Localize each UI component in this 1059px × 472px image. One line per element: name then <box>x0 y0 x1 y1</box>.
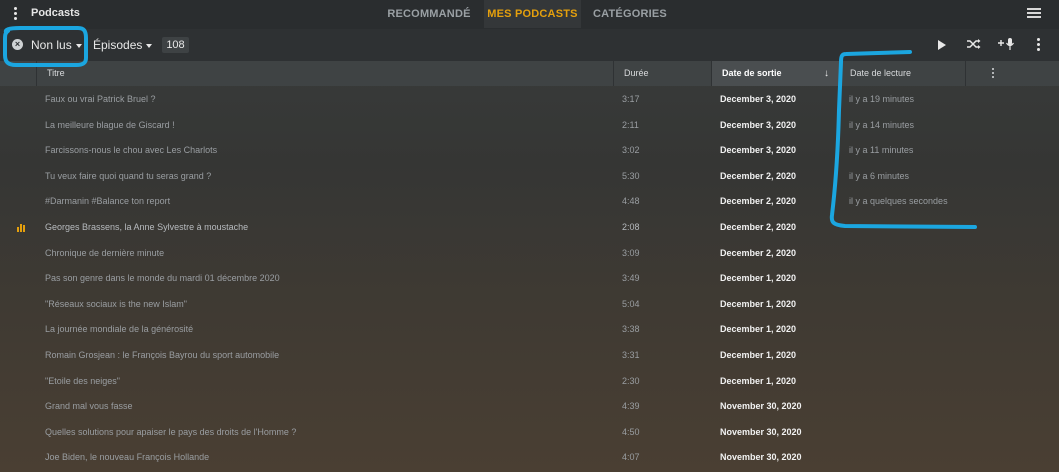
chevron-down-icon <box>75 43 82 48</box>
episode-title: Faux ou vrai Patrick Bruel ? <box>45 94 156 104</box>
table-row[interactable]: Pas son genre dans le monde du mardi 01 … <box>0 266 1059 292</box>
episode-title: "Réseaux sociaux is the new Islam" <box>45 298 187 309</box>
episode-duration: 4:48 <box>622 196 640 207</box>
episode-release-date: December 1, 2020 <box>720 324 797 335</box>
episode-title: La meilleure blague de Giscard ! <box>45 119 175 130</box>
episode-title: Romain Grosjean : le François Bayrou du … <box>45 350 280 360</box>
episode-release-date: November 30, 2020 <box>720 452 802 463</box>
column-header-duration[interactable]: Durée <box>613 61 711 86</box>
episode-release-date: November 30, 2020 <box>720 426 802 437</box>
episode-release-date: December 3, 2020 <box>720 119 797 130</box>
episode-release-date: December 1, 2020 <box>720 273 797 284</box>
episode-duration: 5:04 <box>622 298 640 309</box>
table-row[interactable]: La meilleure blague de Giscard ! 2:11 Dece… <box>0 113 1059 139</box>
tab-categories[interactable]: CATÉGORIES <box>590 0 670 28</box>
episode-release-date: December 2, 2020 <box>720 170 797 181</box>
episode-release-date: December 1, 2020 <box>720 298 797 309</box>
table-row[interactable]: La journée mondiale de la générosité 3:38… <box>0 317 1059 343</box>
episode-read-date: il y a 19 minutes <box>849 94 915 104</box>
episode-duration: 4:50 <box>622 426 640 437</box>
episode-release-date: December 2, 2020 <box>720 247 797 258</box>
table-header: Titre Durée Date de sortie ↓ Date de lec… <box>0 61 1059 86</box>
column-header-read-date[interactable]: Date de lecture <box>839 61 965 86</box>
column-header-release-date[interactable]: Date de sortie ↓ <box>711 61 839 86</box>
table-row[interactable]: #Darmanin #Balance ton report 4:48 Decembe… <box>0 189 1059 215</box>
episode-duration: 3:17 <box>622 94 640 104</box>
table-row[interactable]: Faux ou vrai Patrick Bruel ? 3:17 December… <box>0 87 1059 113</box>
episode-release-date: December 1, 2020 <box>720 350 797 360</box>
episode-title: Pas son genre dans le monde du mardi 01 … <box>45 273 280 284</box>
episode-release-date: December 2, 2020 <box>720 222 797 232</box>
table-row[interactable]: Romain Grosjean : le François Bayrou du … <box>0 343 1059 369</box>
table-row[interactable]: Quelles solutions pour apaiser le pays d… <box>0 420 1059 446</box>
now-playing-icon <box>17 223 27 232</box>
episode-duration: 2:11 <box>622 119 639 130</box>
top-bar: Podcasts RECOMMANDÉ MES PODCASTS CATÉGOR… <box>0 0 1059 30</box>
table-row[interactable]: Joe Biden, le nouveau François Hollande 4… <box>0 445 1059 471</box>
episode-release-date: December 2, 2020 <box>720 196 797 207</box>
episode-title: Tu veux faire quoi quand tu seras grand … <box>45 170 212 181</box>
tab-recommande[interactable]: RECOMMANDÉ <box>383 0 475 28</box>
add-to-playlist-mic-icon[interactable] <box>998 37 1016 51</box>
episodes-dropdown[interactable]: Épisodes <box>93 38 153 52</box>
column-options-icon[interactable] <box>965 61 1059 86</box>
table-row[interactable]: "Etoile des neiges" 2:30 December 1, 2020 <box>0 369 1059 395</box>
episodes-label: Épisodes <box>93 38 143 52</box>
clear-filter-icon[interactable]: × <box>12 39 23 50</box>
episode-duration: 2:08 <box>622 222 640 232</box>
episode-title: Quelles solutions pour apaiser le pays d… <box>45 426 297 437</box>
episode-duration: 3:38 <box>622 324 640 335</box>
episode-duration: 3:49 <box>622 273 640 284</box>
episode-read-date: il y a 11 minutes <box>849 145 914 156</box>
episode-title: La journée mondiale de la générosité <box>45 324 194 335</box>
table-row[interactable]: "Réseaux sociaux is the new Islam" 5:04 De… <box>0 292 1059 318</box>
episode-duration: 3:31 <box>622 350 640 360</box>
episode-title: #Darmanin #Balance ton report <box>45 196 171 207</box>
table-row[interactable]: Farcissons-nous le chou avec Les Charlot… <box>0 138 1059 164</box>
filter-dropdown[interactable]: Non lus <box>31 38 82 52</box>
filter-label: Non lus <box>31 38 72 52</box>
episode-read-date: il y a quelques secondes <box>849 196 948 207</box>
episode-duration: 2:30 <box>622 375 640 386</box>
shuffle-icon[interactable] <box>967 38 981 50</box>
episode-release-date: December 3, 2020 <box>720 145 797 156</box>
table-row[interactable]: Georges Brassens, la Anne Sylvestre à mo… <box>0 215 1059 241</box>
episode-duration: 4:07 <box>622 452 640 463</box>
episode-title: "Etoile des neiges" <box>45 375 120 386</box>
column-header-title[interactable]: Titre <box>36 61 613 86</box>
episode-duration: 4:39 <box>622 401 640 412</box>
episode-duration: 3:02 <box>622 145 640 156</box>
table-row[interactable]: Tu veux faire quoi quand tu seras grand … <box>0 164 1059 190</box>
table-row[interactable]: Grand mal vous fasse 4:39 November 30, 202… <box>0 394 1059 420</box>
play-icon[interactable] <box>938 40 946 50</box>
view-menu-icon[interactable] <box>1027 8 1041 20</box>
episode-title: Farcissons-nous le chou avec Les Charlot… <box>45 145 218 156</box>
episode-read-date: il y a 14 minutes <box>849 119 915 130</box>
sort-descending-icon: ↓ <box>824 68 829 79</box>
episode-read-date: il y a 6 minutes <box>849 170 910 181</box>
episode-title: Grand mal vous fasse <box>45 401 133 412</box>
filter-bar <box>0 29 1059 61</box>
episode-title: Georges Brassens, la Anne Sylvestre à mo… <box>45 222 249 232</box>
episode-release-date: November 30, 2020 <box>720 401 802 412</box>
episode-duration: 3:09 <box>622 247 640 258</box>
app-menu-icon[interactable] <box>13 7 19 23</box>
chevron-down-icon <box>146 43 153 48</box>
episode-title: Chronique de dernière minute <box>45 247 165 258</box>
column-header-release-label: Date de sortie <box>722 68 782 78</box>
tab-mes-podcasts[interactable]: MES PODCASTS <box>484 0 581 28</box>
episode-release-date: December 1, 2020 <box>720 375 797 386</box>
table-row[interactable]: Chronique de dernière minute 3:09 December… <box>0 241 1059 267</box>
app-title: Podcasts <box>31 7 80 19</box>
more-options-icon[interactable] <box>1037 38 1041 51</box>
episode-duration: 5:30 <box>622 170 640 181</box>
episode-count-badge: 108 <box>162 37 189 53</box>
episode-release-date: December 3, 2020 <box>720 94 797 104</box>
episode-title: Joe Biden, le nouveau François Hollande <box>45 452 210 463</box>
